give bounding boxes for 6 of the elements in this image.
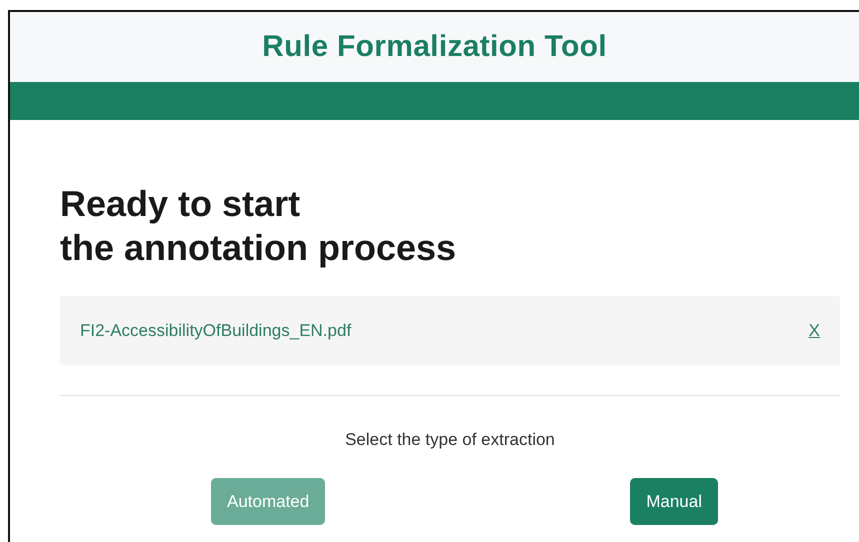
- page-heading: Ready to start the annotation process: [60, 182, 458, 270]
- extraction-prompt: Select the type of extraction: [344, 430, 556, 450]
- file-name: FI2-AccessibilityOfBuildings_EN.pdf: [80, 320, 352, 340]
- app-title: Rule Formalization Tool: [262, 30, 607, 64]
- extraction-button[interactable]: Manual: [630, 478, 718, 525]
- remove-link[interactable]: X: [808, 320, 820, 340]
